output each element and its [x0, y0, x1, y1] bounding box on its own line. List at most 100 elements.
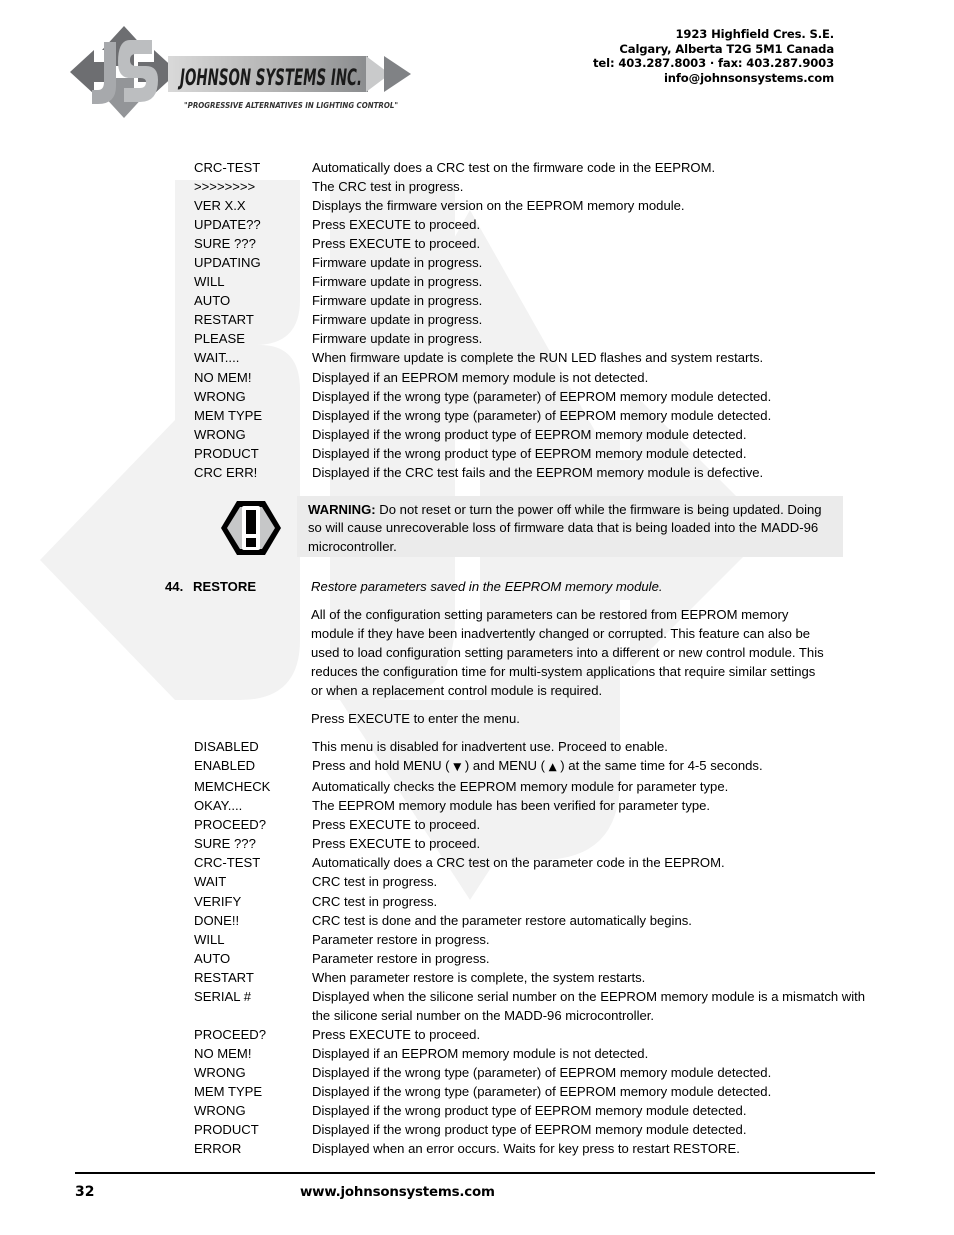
- logo-tagline: "PROGRESSIVE ALTERNATIVES IN LIGHTING CO…: [184, 100, 398, 110]
- restore-display-row: MEM TYPE Displayed if the wrong type (par…: [0, 1082, 954, 1101]
- restore-display-description: Displayed if the wrong product type of E…: [312, 1122, 747, 1138]
- contact-phone-fax: tel: 403.287.8003 · fax: 403.287.9003: [593, 56, 834, 71]
- restore-display-description: When parameter restore is complete, the …: [312, 969, 646, 985]
- restore-display-description: Parameter restore in progress.: [312, 950, 490, 966]
- restore-display-description: Press EXECUTE to proceed.: [312, 836, 481, 852]
- update-display-row: WRONG Displayed if the wrong type (parame…: [0, 387, 954, 406]
- contact-email: info@johnsonsystems.com: [663, 70, 834, 85]
- restore-display-description: CRC test is done and the parameter resto…: [312, 912, 692, 928]
- restore-display-term: MEMCHECK: [194, 779, 271, 795]
- restore-display-term: AUTO: [194, 950, 231, 966]
- update-display-description: Firmware update in progress.: [312, 331, 483, 347]
- restore-display-term: SURE ???: [194, 836, 256, 852]
- update-display-row: UPDATE?? Press EXECUTE to proceed.: [0, 215, 954, 234]
- contact-address-line-2: Calgary, Alberta T2G 5M1 Canada: [619, 41, 834, 56]
- restore-display-row: PROCEED? Press EXECUTE to proceed.: [0, 1025, 954, 1044]
- restore-display-term: WRONG: [194, 1064, 246, 1080]
- restore-display-row: ERROR Displayed when an error occurs. Wai…: [0, 1139, 954, 1158]
- update-display-term: WILL: [194, 274, 225, 290]
- section-number: 44.: [165, 578, 184, 594]
- desc-text-pre: Press and hold MENU (: [312, 758, 454, 774]
- restore-display-row: AUTO Parameter restore in progress.: [0, 949, 954, 968]
- restore-display-row: WILL Parameter restore in progress.: [0, 930, 954, 949]
- restore-display-row: OKAY.... The EEPROM memory module has bee…: [0, 796, 954, 815]
- update-display-row: MEM TYPE Displayed if the wrong type (par…: [0, 406, 954, 425]
- restore-display-description: Automatically checks the EEPROM memory m…: [312, 779, 729, 795]
- update-display-row: PRODUCT Displayed if the wrong product ty…: [0, 444, 954, 463]
- restore-display-row: DONE!! CRC test is done and the parameter…: [0, 911, 954, 930]
- restore-display-term: NO MEM!: [194, 1045, 252, 1061]
- restore-display-term: OKAY....: [194, 798, 243, 814]
- section-restore: 44. RESTORE Restore parameters saved in …: [0, 577, 954, 728]
- restore-display-term: RESTART: [194, 969, 254, 985]
- restore-display-description: Press EXECUTE to proceed.: [312, 817, 481, 833]
- section-title: RESTORE: [193, 578, 257, 594]
- warning-exclamation-icon: [221, 500, 281, 555]
- update-display-description: Displayed if the wrong product type of E…: [312, 445, 747, 461]
- restore-display-term: ERROR: [194, 1141, 242, 1157]
- restore-display-row: VERIFY CRC test in progress.: [0, 892, 954, 911]
- restore-display-term: PROCEED?: [194, 1026, 267, 1042]
- update-display-term: AUTO: [194, 293, 231, 309]
- restore-display-description: Displayed if the wrong product type of E…: [312, 1103, 747, 1119]
- contact-info: 1923 Highfield Cres. S.E. Calgary, Alber…: [593, 27, 834, 85]
- restore-display-term: ENABLED: [194, 758, 256, 774]
- restore-display-row: WRONG Displayed if the wrong product type…: [0, 1101, 954, 1120]
- footer-divider: [75, 1172, 875, 1174]
- update-display-description: Displayed if the CRC test fails and the …: [312, 464, 764, 480]
- update-display-term: PLEASE: [194, 331, 245, 347]
- update-display-description: Displayed if the wrong product type of E…: [312, 426, 747, 442]
- document-page: JOHNSON SYSTEMS INC. "PROGRESSIVE ALTERN…: [0, 0, 954, 1235]
- restore-display-term: WILL: [194, 931, 225, 947]
- update-display-row: PLEASE Firmware update in progress.: [0, 329, 954, 348]
- restore-display-term: VERIFY: [194, 893, 242, 909]
- page-footer: 32 www.johnsonsystems.com: [0, 1172, 954, 1235]
- update-display-description: The CRC test in progress.: [312, 179, 464, 195]
- update-display-description: Press EXECUTE to proceed.: [312, 217, 481, 233]
- update-display-row: WRONG Displayed if the wrong product type…: [0, 425, 954, 444]
- restore-display-row: DISABLED This menu is disabled for inadve…: [0, 737, 954, 756]
- restore-display-description: Displayed when an error occurs. Waits fo…: [312, 1141, 740, 1157]
- restore-display-term: CRC-TEST: [194, 855, 261, 871]
- update-display-row: AUTO Firmware update in progress.: [0, 291, 954, 310]
- section-paragraph: All of the configuration setting paramet…: [311, 606, 824, 699]
- restore-display-description: Parameter restore in progress.: [312, 931, 490, 947]
- update-display-description: Firmware update in progress.: [312, 255, 483, 271]
- update-display-row: WILL Firmware update in progress.: [0, 272, 954, 291]
- restore-display-description: The EEPROM memory module has been verifi…: [312, 798, 711, 814]
- update-display-description: When firmware update is complete the RUN…: [312, 350, 764, 366]
- footer-website-link[interactable]: www.johnsonsystems.com: [300, 1185, 495, 1200]
- update-display-term: WAIT....: [194, 350, 240, 366]
- restore-display-description: Press EXECUTE to proceed.: [312, 1026, 481, 1042]
- update-display-term: PRODUCT: [194, 445, 259, 461]
- section-instruction: Press EXECUTE to enter the menu.: [311, 711, 520, 727]
- warning-callout: WARNING: Do not reset or turn the power …: [0, 495, 954, 560]
- restore-display-row: SURE ??? Press EXECUTE to proceed.: [0, 834, 954, 853]
- restore-display-row: CRC-TEST Automatically does a CRC test on…: [0, 853, 954, 872]
- restore-display-description: Displayed if the wrong type (parameter) …: [312, 1064, 772, 1080]
- update-display-term: UPDATE??: [194, 217, 261, 233]
- restore-display-term: PRODUCT: [194, 1122, 259, 1138]
- restore-display-term: WRONG: [194, 1103, 246, 1119]
- update-display-term: CRC ERR!: [194, 464, 258, 480]
- restore-display-row: ENABLED Press and hold MENU ( ▼ ) and MEN…: [0, 756, 954, 777]
- restore-display-list: DISABLED This menu is disabled for inadve…: [0, 737, 954, 1158]
- company-wordmark: JOHNSON SYSTEMS INC. "PROGRESSIVE ALTERN…: [168, 56, 411, 110]
- restore-display-description: Press and hold MENU ( ▼ ) and MENU ( ▲ )…: [312, 756, 954, 777]
- update-display-term: MEM TYPE: [194, 407, 263, 423]
- update-display-term: WRONG: [194, 388, 246, 404]
- restore-display-row: WAIT CRC test in progress.: [0, 872, 954, 891]
- contact-address-line-1: 1923 Highfield Cres. S.E.: [675, 27, 835, 41]
- restore-display-term: MEM TYPE: [194, 1083, 263, 1099]
- restore-display-description: CRC test in progress.: [312, 893, 438, 909]
- restore-display-row: PRODUCT Displayed if the wrong product ty…: [0, 1120, 954, 1139]
- page-content: CRC-TEST Automatically does a CRC test on…: [0, 158, 954, 1158]
- restore-display-term: PROCEED?: [194, 817, 267, 833]
- page-header: JOHNSON SYSTEMS INC. "PROGRESSIVE ALTERN…: [0, 0, 954, 125]
- update-display-term: WRONG: [194, 426, 246, 442]
- update-display-term: >>>>>>>>: [194, 179, 256, 195]
- update-display-row: CRC-TEST Automatically does a CRC test on…: [0, 158, 954, 177]
- restore-display-description: Displayed if an EEPROM memory module is …: [312, 1045, 649, 1061]
- update-display-row: RESTART Firmware update in progress.: [0, 310, 954, 329]
- update-display-term: SURE ???: [194, 236, 256, 252]
